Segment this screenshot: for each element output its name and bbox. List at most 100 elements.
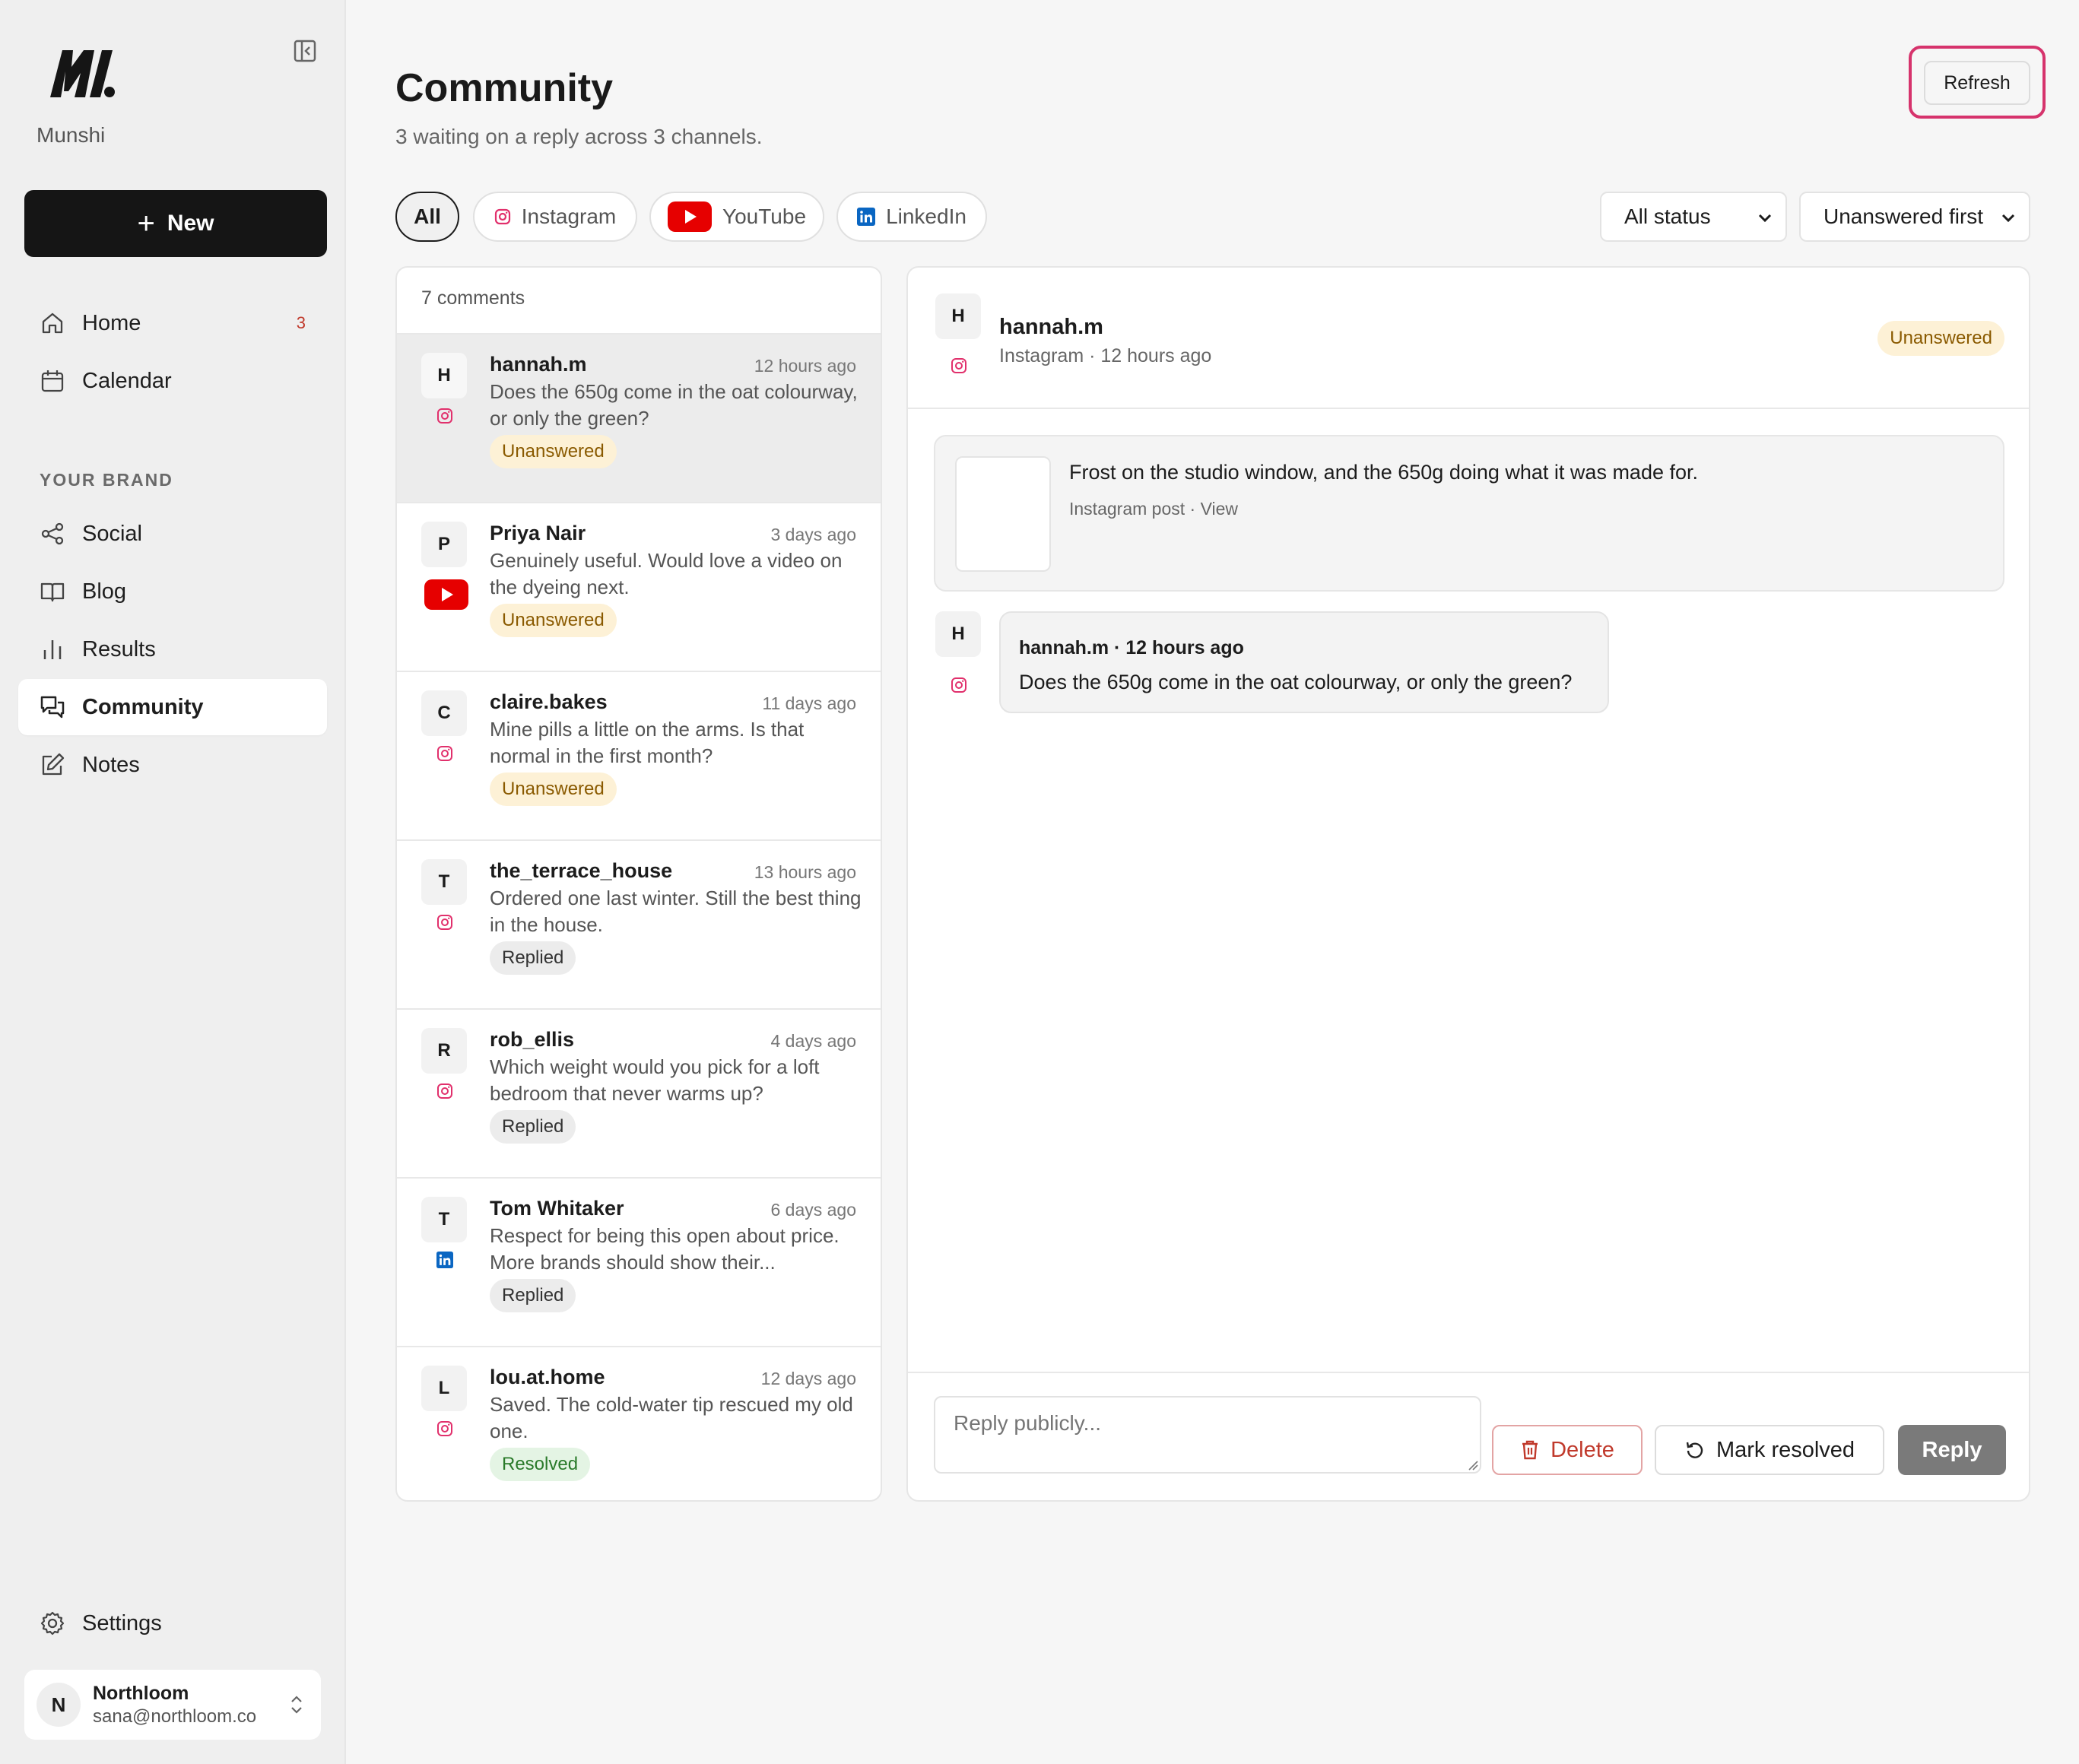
comment-time: 6 days ago [770,1200,856,1220]
post-thumbnail [955,456,1051,572]
filter-chip-instagram[interactable]: Instagram [473,192,637,242]
edit-icon [42,753,65,776]
avatar: C [421,690,467,736]
comment-list-item[interactable]: R rob_ellis 4 days ago Which weight woul… [397,1008,881,1177]
section-label-your-brand: YOUR BRAND [40,470,173,490]
account-info: Northloom sana@northloom.co [93,1683,256,1728]
comment-author: Priya Nair [490,522,586,544]
comment-list-item[interactable]: H hannah.m 12 hours ago Does the 650g co… [397,333,881,502]
chat-icon [40,696,65,719]
resize-grip-icon[interactable] [1466,1458,1478,1471]
sidebar-item-label: Notes [82,752,140,777]
sort-select[interactable]: Unanswered first [1799,192,2030,242]
filter-chip-youtube[interactable]: YouTube [649,192,824,242]
sidebar-item-calendar[interactable]: Calendar [18,353,327,409]
instagram-icon [437,915,452,930]
new-button-label: New [167,211,214,236]
post-link[interactable]: Instagram post · View [1069,499,1238,519]
comment-list-item[interactable]: P Priya Nair 3 days ago Genuinely useful… [397,502,881,671]
account-name: Northloom [93,1682,189,1704]
avatar: L [421,1366,467,1411]
sidebar-collapse-icon[interactable] [294,40,316,62]
avatar: H [935,293,981,339]
comment-list-item[interactable]: C claire.bakes 11 days ago Mine pills a … [397,671,881,839]
chevron-up-down-icon [291,1696,302,1714]
instagram-icon [951,677,966,693]
sidebar-item-community[interactable]: Community [18,679,327,735]
linkedin-icon [857,208,876,226]
source-post-card[interactable]: Frost on the studio window, and the 650g… [934,435,2004,592]
brand-name: Munshi [37,123,106,147]
reply-input[interactable] [934,1396,1481,1474]
home-icon [42,313,63,334]
comment-list-item[interactable]: L lou.at.home 12 days ago Saved. The col… [397,1346,881,1500]
sidebar-item-social[interactable]: Social [18,506,327,562]
linkedin-icon [436,1252,453,1268]
instagram-icon [437,1421,452,1436]
comment-author: lou.at.home [490,1366,605,1388]
comment-preview: Respect for being this open about price.… [490,1224,840,1274]
youtube-icon [667,201,712,232]
divider [908,408,2029,409]
comment-count: 7 comments [421,287,525,309]
sidebar-item-home[interactable]: Home 3 [18,295,327,351]
divider [908,1372,2029,1373]
chevron-down-icon [2001,214,2015,223]
sidebar-item-results[interactable]: Results [18,621,327,677]
delete-button[interactable]: Delete [1492,1425,1643,1475]
sidebar-item-label: Home [82,310,141,335]
sidebar-item-blog[interactable]: Blog [18,563,327,620]
munshi-logo[interactable] [46,44,119,102]
calendar-icon [41,370,64,392]
account-switcher[interactable]: N Northloom sana@northloom.co [24,1670,321,1740]
instagram-icon [437,746,452,761]
comment-header: hannah.m · 12 hours ago [1019,637,1244,658]
avatar: H [421,353,467,398]
refresh-button[interactable]: Refresh [1924,61,2030,105]
sidebar-item-notes[interactable]: Notes [18,737,327,793]
sidebar-item-label: Results [82,636,156,662]
button-label: Delete [1551,1437,1614,1462]
comment-preview: Ordered one last winter. Still the best … [490,887,862,936]
status-badge: Unanswered [490,435,617,468]
comment-time: 4 days ago [770,1031,856,1051]
page-subtitle: 3 waiting on a reply across 3 channels. [395,125,763,148]
select-value: Unanswered first [1823,205,1984,228]
comment-author: rob_ellis [490,1028,575,1051]
rotate-ccw-icon [1686,1442,1703,1458]
reply-button[interactable]: Reply [1898,1425,2006,1475]
sidebar: Munshi + New Home 3 Calendar YOUR BRAND … [0,0,346,1764]
sidebar-item-settings[interactable]: Settings [18,1595,327,1651]
comment-list-panel: 7 comments H hannah.m 12 hours ago Does … [395,266,882,1502]
comment-preview: Saved. The cold-water tip rescued my old… [490,1393,853,1442]
instagram-icon [494,208,510,225]
instagram-icon [951,358,966,373]
comment-preview: Does the 650g come in the oat colourway,… [490,380,858,430]
filter-chip-linkedin[interactable]: LinkedIn [836,192,987,242]
comment-time: 13 hours ago [754,862,856,882]
sidebar-item-label: Community [82,694,204,719]
detail-author: hannah.m [999,315,1103,339]
status-filter-select[interactable]: All status [1600,192,1787,242]
book-icon [40,582,65,602]
chip-label: LinkedIn [886,205,966,228]
post-caption: Frost on the studio window, and the 650g… [1069,461,1699,484]
avatar: T [421,859,467,905]
comment-preview: Mine pills a little on the arms. Is that… [490,718,805,767]
new-button[interactable]: + New [24,190,327,257]
avatar: N [37,1683,81,1727]
comment-bubble: hannah.m · 12 hours ago Does the 650g co… [999,611,1609,713]
avatar: R [421,1028,467,1074]
instagram-icon [437,1083,452,1099]
avatar: H [935,611,981,657]
share-icon [41,522,64,545]
mark-resolved-button[interactable]: Mark resolved [1655,1425,1884,1475]
comment-time: 12 days ago [760,1369,856,1388]
avatar: T [421,1197,467,1242]
gear-icon [40,1611,65,1636]
comment-list-item[interactable]: T Tom Whitaker 6 days ago Respect for be… [397,1177,881,1346]
comment-text: Does the 650g come in the oat colourway,… [1019,671,1573,693]
comment-list-item[interactable]: T the_terrace_house 13 hours ago Ordered… [397,839,881,1008]
filter-chip-all[interactable]: All [395,192,459,242]
bar-chart-icon [43,640,62,659]
